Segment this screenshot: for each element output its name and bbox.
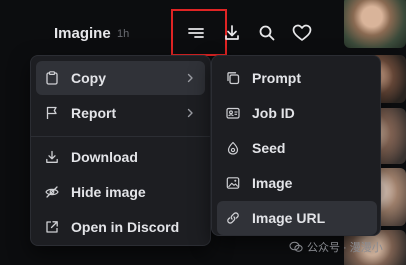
menu-item-hide-image[interactable]: Hide image <box>36 175 205 209</box>
download-icon <box>225 25 239 40</box>
menu-item-label: Open in Discord <box>71 219 180 235</box>
heart-icon <box>292 24 312 41</box>
watermark: 公众号 · 漫漫小 <box>289 239 383 255</box>
menu-item-label: Download <box>71 149 138 165</box>
menu-item-label: Copy <box>71 70 106 86</box>
menu-item-report[interactable]: Report <box>36 96 205 130</box>
link-icon <box>227 212 239 224</box>
submenu-item-label: Job ID <box>252 105 295 121</box>
submenu-item-label: Prompt <box>252 70 301 86</box>
menu-divider <box>31 136 210 137</box>
wechat-icon <box>289 241 303 252</box>
menu-item-download[interactable]: Download <box>36 140 205 174</box>
image-icon <box>226 177 240 189</box>
copy-icon <box>227 72 240 85</box>
menu-item-copy[interactable]: Copy <box>36 61 205 95</box>
menu-item-label: Report <box>71 105 117 121</box>
clipboard-icon <box>46 71 58 85</box>
submenu-item-prompt[interactable]: Prompt <box>217 61 377 95</box>
download-button[interactable] <box>220 21 244 45</box>
like-button[interactable] <box>290 21 314 45</box>
chevron-right-icon <box>187 108 193 118</box>
submenu-item-image-url[interactable]: Image URL <box>217 201 377 235</box>
chevron-right-icon <box>187 73 193 83</box>
submenu-item-seed[interactable]: Seed <box>217 131 377 165</box>
page-title: Imagine <box>54 25 111 42</box>
search-icon <box>259 25 275 41</box>
copy-submenu: Prompt Job ID Seed Image Image URL <box>211 55 381 236</box>
submenu-item-job-id[interactable]: Job ID <box>217 96 377 130</box>
search-button[interactable] <box>255 21 279 45</box>
submenu-item-label: Image URL <box>252 210 326 226</box>
external-link-icon <box>46 221 58 233</box>
download-icon <box>46 150 58 163</box>
timestamp: 1h <box>117 28 130 40</box>
highlight-annotation <box>171 9 227 56</box>
page: Imagine 1h Copy Report Download Hide ima… <box>0 0 406 265</box>
eye-off-icon <box>45 186 59 198</box>
watermark-text: 公众号 · 漫漫小 <box>307 242 383 254</box>
submenu-item-image[interactable]: Image <box>217 166 377 200</box>
menu-item-open-in-discord[interactable]: Open in Discord <box>36 210 205 244</box>
submenu-item-label: Seed <box>252 140 286 156</box>
thumbnail[interactable] <box>344 0 406 48</box>
id-card-icon <box>226 107 240 119</box>
flag-icon <box>46 106 57 119</box>
seed-icon <box>227 141 239 155</box>
submenu-item-label: Image <box>252 175 293 191</box>
menu-item-label: Hide image <box>71 184 146 200</box>
context-menu: Copy Report Download Hide image Open in … <box>30 55 211 246</box>
